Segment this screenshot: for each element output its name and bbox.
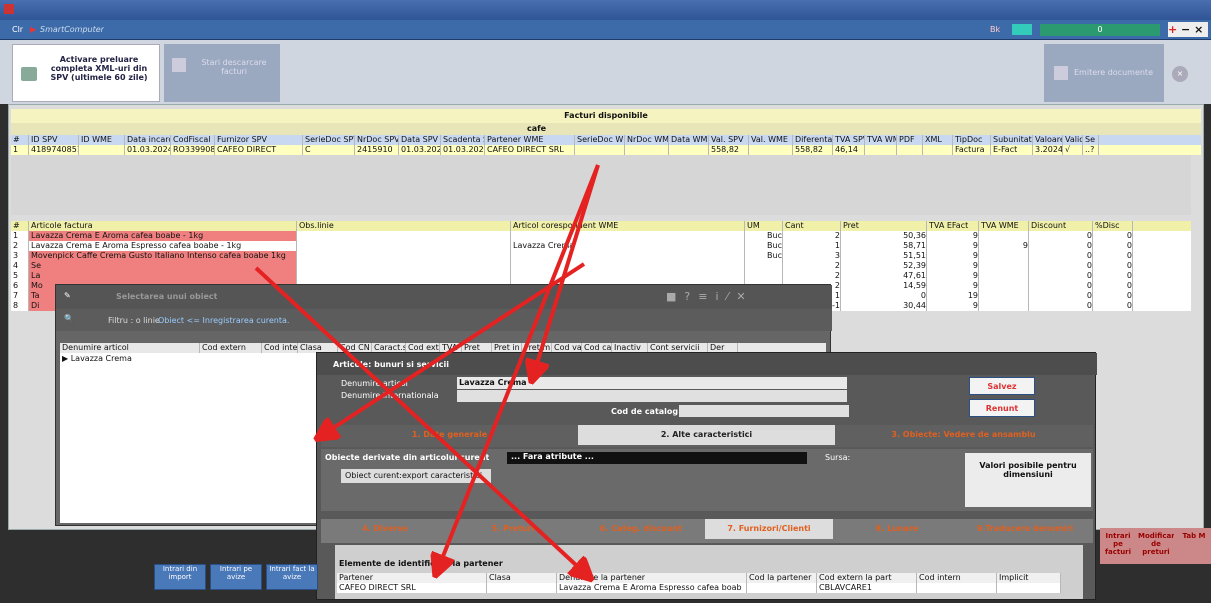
arrow-2 — [532, 164, 600, 380]
annotation-arrows — [254, 164, 600, 603]
arrow-4 — [318, 262, 586, 438]
